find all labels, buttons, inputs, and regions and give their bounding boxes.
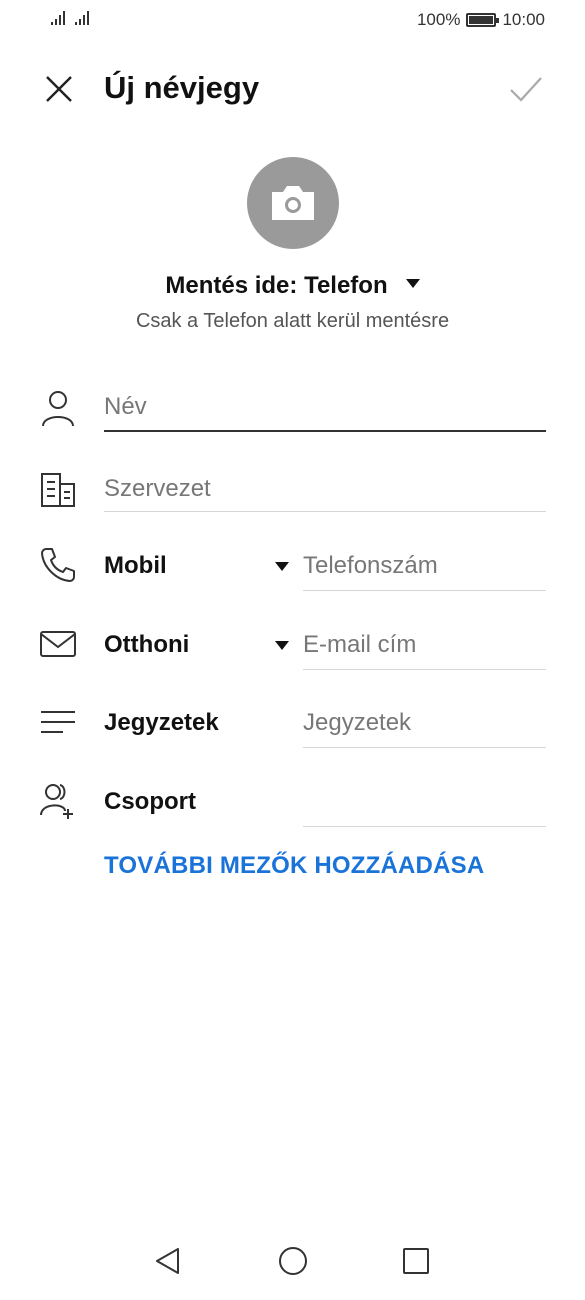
- group-add-icon: [40, 784, 73, 819]
- email-input[interactable]: E-mail cím: [303, 631, 416, 659]
- organization-input[interactable]: Szervezet: [104, 475, 211, 503]
- email-icon: [40, 631, 76, 657]
- back-nav-icon[interactable]: [152, 1245, 184, 1277]
- phone-underline: [303, 590, 546, 591]
- email-type-dropdown[interactable]: [275, 641, 289, 650]
- person-icon: [42, 391, 74, 427]
- recents-nav-icon[interactable]: [400, 1245, 432, 1277]
- home-nav-icon[interactable]: [277, 1245, 309, 1277]
- notes-underline: [303, 747, 546, 748]
- clock: 10:00: [502, 10, 545, 29]
- phone-type-label: Mobil: [104, 552, 167, 579]
- notes-label: Jegyzetek: [104, 709, 219, 736]
- check-icon[interactable]: [507, 70, 545, 108]
- signal-icon: [75, 11, 89, 25]
- camera-icon: [272, 186, 314, 220]
- add-more-fields-button[interactable]: TOVÁBBI MEZŐK HOZZÁADÁSA: [104, 852, 484, 880]
- organization-icon: [41, 473, 75, 507]
- close-icon[interactable]: [40, 70, 78, 108]
- phone-input[interactable]: Telefonszám: [303, 552, 438, 580]
- phone-type-dropdown[interactable]: [275, 562, 289, 571]
- organization-underline: [104, 511, 546, 512]
- notes-icon: [41, 711, 75, 733]
- signal-icon: [51, 11, 65, 25]
- battery-icon: [466, 13, 500, 27]
- email-type-label: Otthoni: [104, 631, 190, 658]
- phone-icon: [41, 548, 75, 582]
- group-label: Csoport: [104, 788, 196, 815]
- page-title: Új névjegy: [104, 70, 260, 105]
- notes-input[interactable]: Jegyzetek: [303, 709, 411, 737]
- group-selector[interactable]: [303, 826, 546, 827]
- account-subtitle: Csak a Telefon alatt kerül mentésre: [135, 310, 450, 332]
- dropdown-icon: [405, 279, 420, 289]
- battery-percent: 100%: [416, 10, 461, 29]
- email-underline: [303, 669, 546, 670]
- add-photo-button[interactable]: [247, 157, 339, 249]
- signal-indicators: [50, 10, 92, 26]
- account-selector-label: Mentés ide: Telefon: [165, 272, 388, 299]
- account-selector[interactable]: Mentés ide: Telefon: [0, 272, 585, 300]
- name-input[interactable]: Név: [104, 393, 147, 421]
- status-right: 100% 10:00: [417, 10, 545, 30]
- name-input-underline: [104, 430, 546, 432]
